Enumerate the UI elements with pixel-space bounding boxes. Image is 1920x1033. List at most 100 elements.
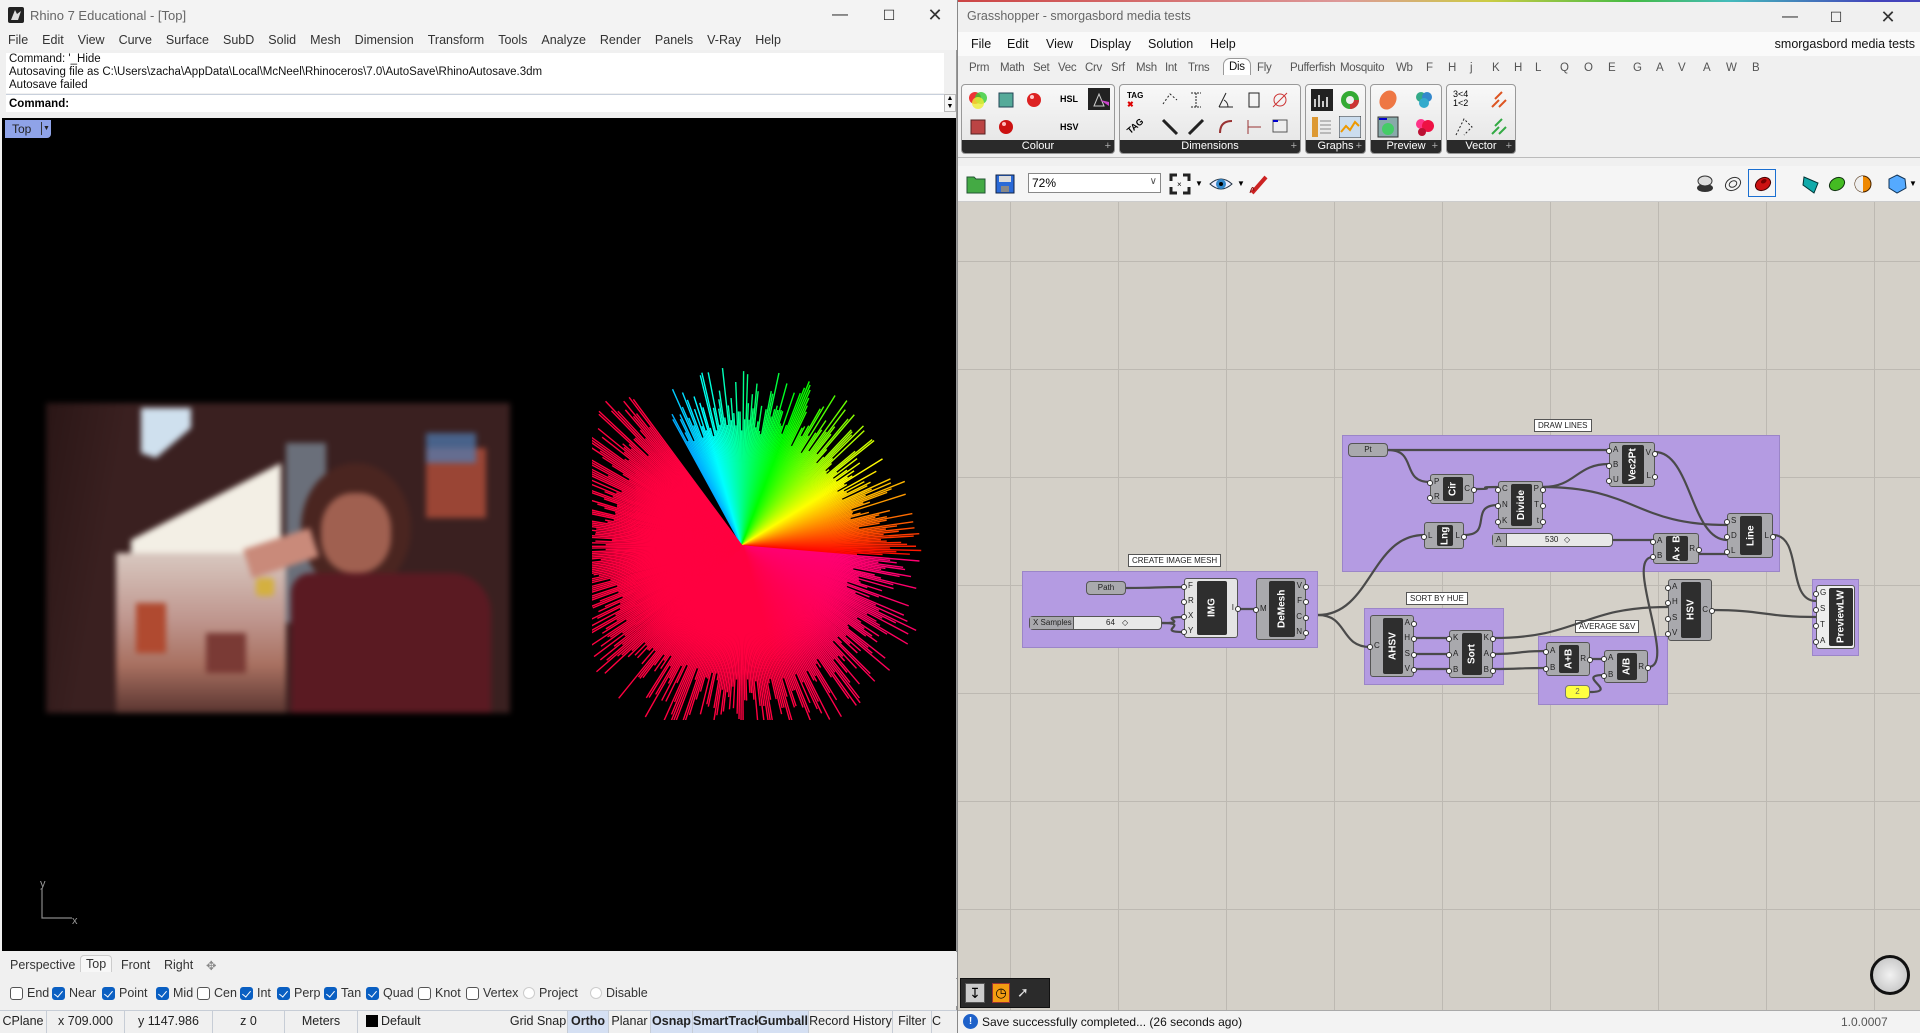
port-grip[interactable] (1495, 519, 1501, 525)
viewport-label[interactable]: Top ▼ (5, 120, 51, 138)
prism-spectrum-icon[interactable] (1088, 88, 1110, 110)
port-a[interactable]: A (1405, 618, 1410, 627)
component-hsv[interactable]: HSV A H S V C (1665, 579, 1715, 641)
tab-msh[interactable]: Msh (1136, 62, 1157, 74)
port-r[interactable]: R (1689, 544, 1695, 553)
port-c[interactable]: C (1374, 641, 1380, 650)
wire[interactable] (1492, 605, 1669, 640)
wire[interactable] (1772, 533, 1817, 603)
port-grip[interactable] (1606, 463, 1612, 469)
component-aplusb[interactable]: A+B A B R (1543, 642, 1593, 676)
port-grip[interactable] (1411, 621, 1417, 627)
port-c[interactable]: C (1502, 484, 1508, 493)
port-l[interactable]: L (1456, 531, 1460, 540)
port-i[interactable]: I (1232, 603, 1234, 612)
port-grip[interactable] (1665, 631, 1671, 637)
radial-dimension-icon[interactable] (1270, 90, 1290, 110)
wire[interactable] (1317, 613, 1371, 649)
port-grip[interactable] (1696, 547, 1702, 553)
tab-b-28[interactable]: B (1752, 62, 1760, 74)
port-grip[interactable] (1427, 480, 1433, 486)
port-l[interactable]: L (1731, 546, 1735, 555)
slider-grip-icon[interactable]: ◇ (1564, 534, 1570, 546)
preview-selected-only-toggle[interactable] (1748, 169, 1776, 197)
osnap-perp[interactable]: Perp (277, 986, 320, 1000)
cplane-label[interactable]: CPlane (0, 1011, 47, 1033)
point-order-icon[interactable]: 3<4 1<2 (1453, 90, 1468, 108)
menu-edit[interactable]: Edit (34, 30, 70, 47)
port-grip[interactable] (1606, 478, 1612, 484)
tab-h-15[interactable]: H (1448, 62, 1456, 74)
port-v[interactable]: V (1672, 628, 1677, 637)
checkbox[interactable] (102, 986, 115, 1000)
port-a[interactable]: A (1550, 646, 1555, 655)
port-s[interactable]: S (1672, 613, 1677, 622)
osnap-tan[interactable]: Tan (324, 986, 361, 1000)
component-lng[interactable]: Lng L L (1421, 522, 1467, 549)
toggle-cpu[interactable]: C (932, 1011, 957, 1033)
tab-e-22[interactable]: E (1608, 62, 1616, 74)
gh-menu-view[interactable]: View (1046, 37, 1073, 51)
port-grip[interactable] (1367, 644, 1373, 650)
checkbox[interactable] (418, 986, 431, 1000)
toggle-filter[interactable]: Filter (893, 1011, 932, 1033)
port-grip[interactable] (1652, 451, 1658, 457)
colour-sphere-icon[interactable] (1024, 90, 1044, 110)
wire[interactable] (1492, 666, 1547, 671)
port-grip[interactable] (1724, 519, 1730, 525)
tab-a-26[interactable]: A (1703, 62, 1711, 74)
preview-shaded-icon[interactable] (1694, 173, 1716, 195)
gh-menu-solution[interactable]: Solution (1148, 37, 1193, 51)
gh-menu-help[interactable]: Help (1210, 37, 1236, 51)
port-t[interactable]: T (1534, 500, 1539, 509)
port-u[interactable]: U (1613, 475, 1619, 484)
tab-w-27[interactable]: W (1726, 62, 1737, 74)
port-r[interactable]: R (1638, 662, 1644, 671)
port-n[interactable]: N (1502, 500, 1508, 509)
arc-dimension-icon[interactable] (1216, 117, 1236, 137)
tab-crv[interactable]: Crv (1085, 62, 1102, 74)
port-grip[interactable] (1181, 629, 1187, 635)
zoom-extents-chevron-icon[interactable]: ▼ (1195, 179, 1203, 188)
menu-dimension[interactable]: Dimension (347, 30, 420, 47)
port-f[interactable]: F (1188, 581, 1193, 590)
bake-green-icon[interactable] (1826, 173, 1848, 195)
zoom-level-dropdown[interactable]: 72% ∨ (1028, 173, 1161, 193)
toggle-smarttrack[interactable]: SmartTrack (693, 1011, 761, 1033)
checkbox[interactable] (366, 986, 379, 1000)
menu-view[interactable]: View (70, 30, 111, 47)
port-d[interactable]: D (1731, 531, 1737, 540)
param-path[interactable]: Path (1086, 581, 1126, 595)
wire[interactable] (1654, 450, 1728, 542)
component-vec2pt[interactable]: Vec2Pt A B U V L (1606, 442, 1658, 487)
port-grip[interactable] (1770, 534, 1776, 540)
port-grip[interactable] (1235, 606, 1241, 612)
port-x[interactable]: X (1188, 611, 1193, 620)
ordinate-dimension-icon[interactable] (1244, 117, 1264, 137)
port-grip[interactable] (1709, 608, 1715, 614)
port-k[interactable]: K (1502, 516, 1507, 525)
wire[interactable] (1125, 585, 1185, 590)
port-grip[interactable] (1665, 600, 1671, 606)
tab-mosquito[interactable]: Mosquito (1340, 62, 1385, 74)
menu-help[interactable]: Help (747, 30, 787, 47)
port-t[interactable]: T (1820, 620, 1825, 629)
port-grip[interactable] (1606, 448, 1612, 454)
port-grip[interactable] (1650, 539, 1656, 545)
port-grip[interactable] (1427, 495, 1433, 501)
bake-cyan-icon[interactable] (1800, 173, 1822, 195)
tab-v-25[interactable]: V (1678, 62, 1686, 74)
tab-f-14[interactable]: F (1426, 62, 1433, 74)
tab-l-19[interactable]: L (1535, 62, 1541, 74)
port-v[interactable]: V (1297, 581, 1302, 590)
port-h[interactable]: H (1404, 633, 1410, 642)
grasshopper-canvas[interactable]: DRAW LINES CREATE IMAGE MESH SORT BY HUE… (958, 202, 1920, 1010)
port-grip[interactable] (1181, 614, 1187, 620)
port-grip[interactable] (1665, 616, 1671, 622)
hsv-icon[interactable]: HSV (1060, 122, 1079, 132)
tab-front[interactable]: Front (121, 958, 150, 972)
aligned-dimension-icon[interactable] (1160, 90, 1180, 110)
preview-material-icon[interactable] (1377, 116, 1399, 138)
port-grip[interactable] (1813, 623, 1819, 629)
menu-surface[interactable]: Surface (158, 30, 215, 47)
